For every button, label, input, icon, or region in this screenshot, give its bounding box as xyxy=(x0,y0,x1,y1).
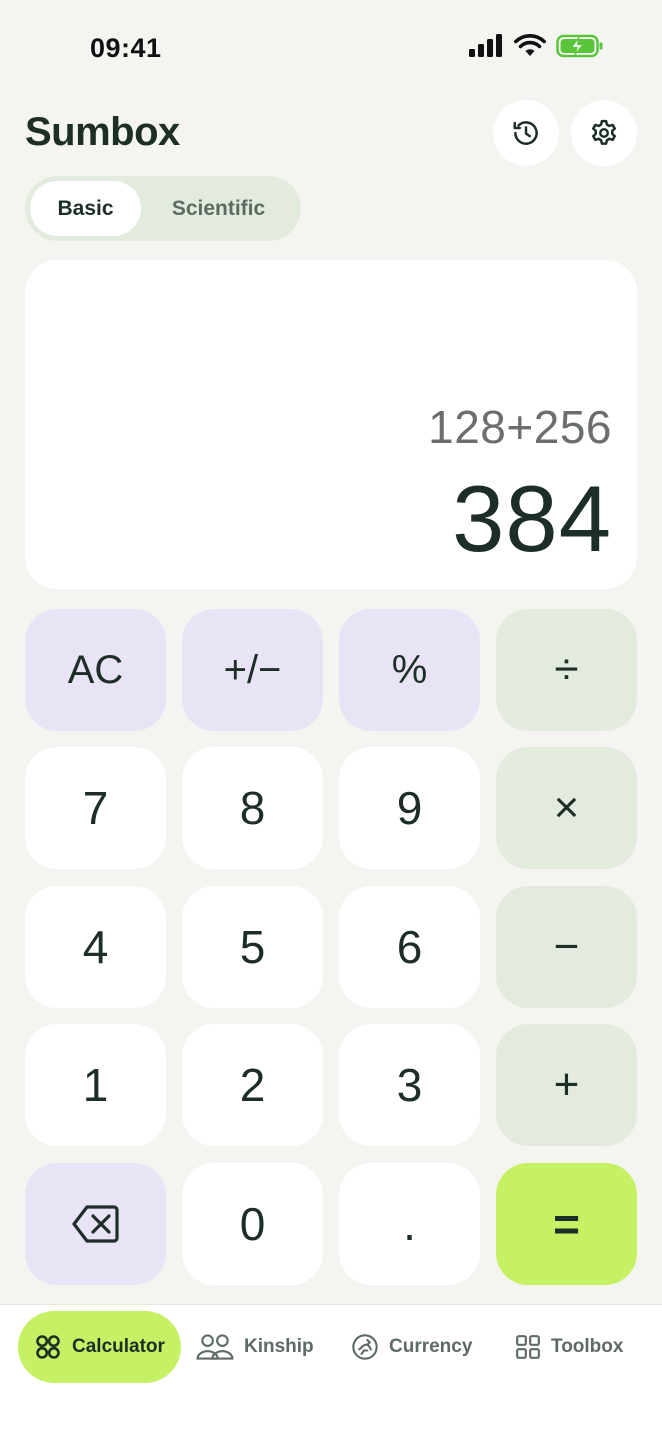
divide-button[interactable]: ÷ xyxy=(496,609,637,731)
nav-toolbox[interactable]: Toolbox xyxy=(515,1311,623,1383)
nav-kinship[interactable]: Kinship xyxy=(196,1311,314,1383)
multiply-button[interactable]: × xyxy=(496,747,637,869)
digit-3-button[interactable]: 3 xyxy=(339,1024,480,1146)
digit-6-button[interactable]: 6 xyxy=(339,886,480,1008)
app-title: Sumbox xyxy=(25,110,180,154)
digit-7-button[interactable]: 7 xyxy=(25,747,166,869)
digit-4-button[interactable]: 4 xyxy=(25,886,166,1008)
expression-text: 128+256 xyxy=(428,401,612,453)
backspace-button[interactable] xyxy=(25,1163,166,1285)
header: Sumbox xyxy=(0,100,662,170)
currency-icon xyxy=(352,1334,378,1360)
add-button[interactable]: + xyxy=(496,1024,637,1146)
subtract-button[interactable]: − xyxy=(496,886,637,1008)
nav-kinship-label: Kinship xyxy=(244,1336,314,1357)
backspace-icon xyxy=(71,1205,119,1243)
history-button[interactable] xyxy=(493,100,559,166)
digit-0-button[interactable]: 0 xyxy=(182,1163,323,1285)
people-icon xyxy=(196,1334,234,1360)
tab-basic[interactable]: Basic xyxy=(30,181,141,236)
decimal-button[interactable]: . xyxy=(339,1163,480,1285)
nav-calculator-label: Calculator xyxy=(72,1336,165,1357)
wifi-icon xyxy=(514,34,546,56)
nav-currency[interactable]: Currency xyxy=(351,1311,472,1383)
status-bar: 09:41 xyxy=(0,0,662,100)
digit-5-button[interactable]: 5 xyxy=(182,886,323,1008)
status-time: 09:41 xyxy=(90,33,162,63)
settings-button[interactable] xyxy=(571,100,637,166)
battery-charging-icon xyxy=(556,34,603,58)
signal-icon xyxy=(469,34,502,57)
digit-8-button[interactable]: 8 xyxy=(182,747,323,869)
nav-toolbox-label: Toolbox xyxy=(551,1336,624,1357)
clear-button[interactable]: AC xyxy=(25,609,166,731)
digit-9-button[interactable]: 9 xyxy=(339,747,480,869)
digit-2-button[interactable]: 2 xyxy=(182,1024,323,1146)
status-icons xyxy=(468,34,604,58)
nav-currency-label: Currency xyxy=(389,1336,473,1357)
calculator-grid-icon xyxy=(36,1335,60,1359)
history-icon xyxy=(513,121,538,145)
bottom-navigation: Calculator Kinship Currency Toolbox xyxy=(0,1304,662,1441)
nav-calculator[interactable]: Calculator xyxy=(18,1311,181,1383)
equals-button[interactable]: = xyxy=(496,1163,637,1285)
percent-button[interactable]: % xyxy=(339,609,480,731)
digit-1-button[interactable]: 1 xyxy=(25,1024,166,1146)
result-text: 384 xyxy=(452,466,612,571)
calculator-display: 128+256 384 xyxy=(25,260,637,589)
mode-toggle: Basic Scientific xyxy=(25,176,301,241)
grid-icon xyxy=(516,1335,540,1359)
toggle-sign-button[interactable]: +/− xyxy=(182,609,323,731)
gear-icon xyxy=(592,119,616,145)
tab-scientific[interactable]: Scientific xyxy=(151,181,286,236)
